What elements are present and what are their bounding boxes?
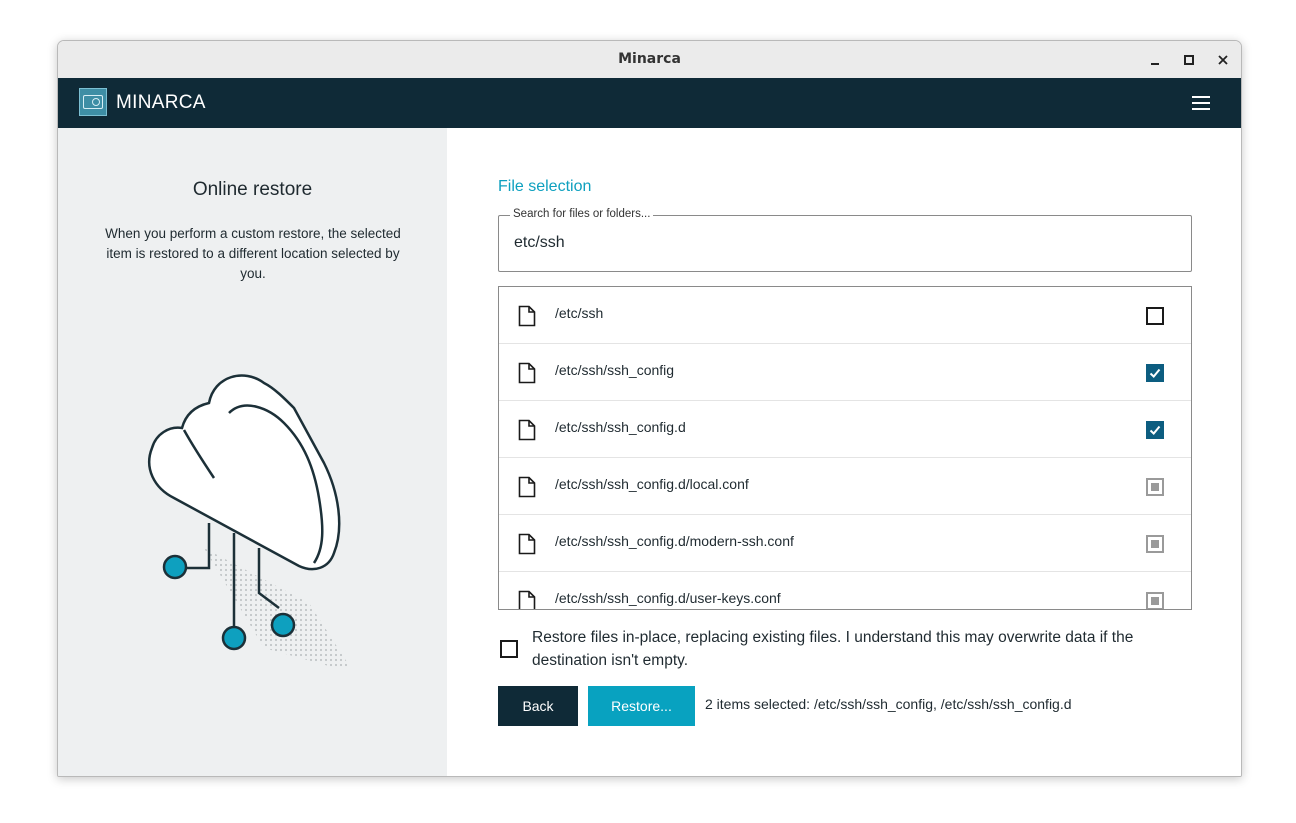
file-select-checkbox[interactable] — [1146, 535, 1164, 553]
file-list-row[interactable]: /etc/ssh/ssh_config.d/modern-ssh.conf — [499, 515, 1191, 572]
file-list-row[interactable]: /etc/ssh — [499, 287, 1191, 344]
file-path: /etc/ssh/ssh_config — [555, 362, 675, 378]
minimize-icon — [1151, 62, 1159, 65]
search-label: Search for files or folders... — [510, 208, 654, 220]
file-path: /etc/ssh/ssh_config.d — [555, 419, 686, 435]
brand-name: MINARCA — [116, 92, 206, 113]
file-list-row[interactable]: /etc/ssh/ssh_config — [499, 344, 1191, 401]
selection-status: 2 items selected: /etc/ssh/ssh_config, /… — [705, 696, 1072, 712]
file-icon — [518, 590, 536, 609]
search-input[interactable] — [514, 234, 1154, 252]
panel-title: Online restore — [192, 179, 313, 200]
file-select-checkbox[interactable] — [1146, 364, 1164, 382]
panel-description: When you perform a custom restore, the s… — [105, 226, 401, 281]
file-select-checkbox[interactable] — [1146, 592, 1164, 609]
restore-in-place-label: Restore files in-place, replacing existi… — [532, 629, 1134, 669]
file-icon — [518, 533, 536, 555]
file-select-checkbox[interactable] — [1146, 421, 1164, 439]
file-icon — [518, 419, 536, 441]
minimize-button[interactable] — [1145, 50, 1165, 70]
title-bar[interactable]: Minarca — [58, 41, 1241, 79]
close-icon — [1218, 55, 1228, 65]
maximize-button[interactable] — [1179, 50, 1199, 70]
file-icon — [518, 362, 536, 384]
search-field[interactable]: Search for files or folders... — [498, 208, 1192, 272]
right-panel: File selection Search for files or folde… — [447, 128, 1241, 776]
file-icon — [518, 476, 536, 498]
menu-button[interactable] — [1192, 96, 1210, 110]
hamburger-icon — [1192, 96, 1210, 98]
file-list-row[interactable]: /etc/ssh/ssh_config.d — [499, 401, 1191, 458]
file-path: /etc/ssh/ssh_config.d/modern-ssh.conf — [555, 533, 794, 549]
left-panel: Online restore When you perform a custom… — [58, 128, 447, 776]
restore-in-place-option[interactable]: Restore files in-place, replacing existi… — [498, 623, 1198, 673]
file-icon — [518, 305, 536, 327]
maximize-icon — [1184, 55, 1194, 65]
checkmark-icon — [1149, 425, 1161, 435]
cloud-network-illustration — [147, 374, 351, 668]
file-path: /etc/ssh — [555, 305, 604, 321]
file-select-checkbox[interactable] — [1146, 307, 1164, 325]
checkmark-icon — [1149, 368, 1161, 378]
file-list[interactable]: /etc/ssh/etc/ssh/ssh_config/etc/ssh/ssh_… — [498, 286, 1192, 610]
app-header: MINARCA — [58, 78, 1241, 128]
file-path: /etc/ssh/ssh_config.d/local.conf — [555, 476, 749, 492]
file-list-row[interactable]: /etc/ssh/ssh_config.d/local.conf — [499, 458, 1191, 515]
restore-in-place-checkbox[interactable] — [500, 640, 518, 658]
app-window: Minarca MINARCA Online restore When you … — [57, 40, 1242, 777]
restore-button[interactable]: Restore... — [588, 686, 695, 726]
file-list-row[interactable]: /etc/ssh/ssh_config.d/user-keys.conf — [499, 572, 1191, 609]
section-title: File selection — [498, 178, 592, 195]
file-select-checkbox[interactable] — [1146, 478, 1164, 496]
file-path: /etc/ssh/ssh_config.d/user-keys.conf — [555, 590, 781, 606]
minarca-logo-icon — [79, 88, 107, 116]
back-button[interactable]: Back — [498, 686, 578, 726]
window-title: Minarca — [618, 51, 681, 67]
close-button[interactable] — [1213, 50, 1233, 70]
